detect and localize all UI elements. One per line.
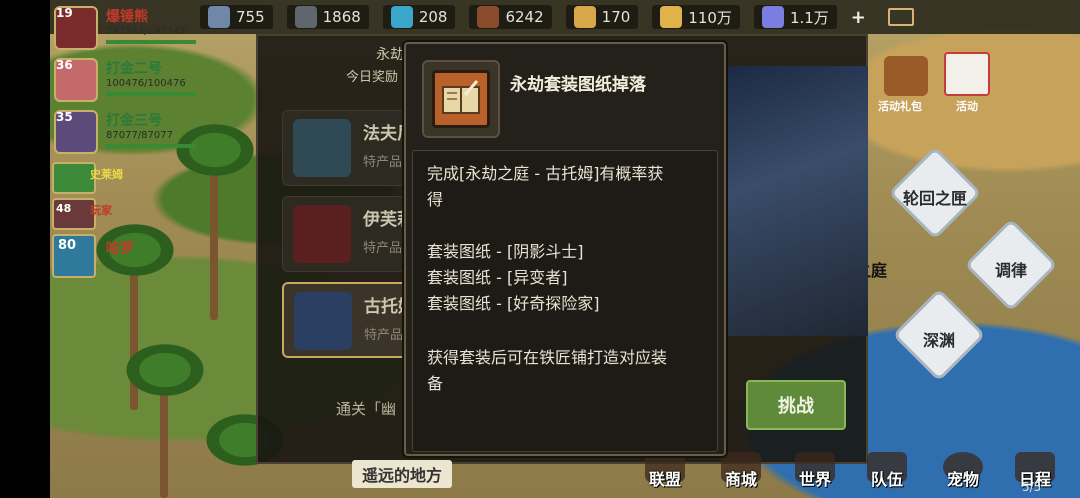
pet-level: 48: [56, 202, 72, 215]
calendar-icon[interactable]: [944, 52, 990, 96]
wheat-icon: [573, 6, 596, 28]
resource-crystal: 208: [382, 5, 456, 29]
nav-shop[interactable]: 商城: [708, 452, 774, 498]
member-hp-bar: [106, 40, 196, 44]
palm-tree: [90, 220, 180, 280]
nav-label: 宠物: [946, 470, 979, 489]
nav-pet[interactable]: 宠物: [930, 452, 996, 498]
member-name: 打金三号: [106, 113, 162, 129]
map-button-label: 调律: [994, 261, 1027, 280]
diamond-icon: [761, 6, 784, 28]
iron-ore-icon: [294, 6, 317, 28]
blueprint-book-icon: [432, 70, 490, 128]
member-hp-bar: [106, 144, 196, 148]
member-hp: 100476/100476: [106, 78, 186, 89]
stone-ore-icon: [208, 6, 230, 28]
boss-sub: 特产品: [363, 155, 403, 170]
resource-value: 755: [236, 8, 265, 26]
party-member[interactable]: 19 爆锤熊 297743/297743: [52, 4, 202, 50]
party-member[interactable]: 35 打金三号 87077/87077: [52, 108, 202, 154]
member-name: 打金二号: [106, 61, 162, 77]
crystal-icon: [390, 6, 413, 28]
tooltip-line: 获得套装后可在铁匠铺打造对应装: [427, 348, 668, 367]
pet-name: 史莱姆: [90, 168, 123, 181]
tooltip-title: 永劫套装图纸掉落: [510, 75, 646, 95]
member-name: 爆锤熊: [106, 9, 148, 25]
tooltip-line: 备: [427, 374, 444, 393]
member-hp-bar: [106, 92, 196, 96]
member-hp: 297743/297743: [106, 26, 186, 37]
resource-iron-ore: 1868: [286, 5, 369, 29]
boss-portrait: [294, 292, 352, 350]
palm-tree: [120, 340, 210, 400]
gold-coin-icon: [660, 6, 683, 28]
bottom-nav: 联盟 商城 世界 队伍 宠物 日程: [632, 452, 1080, 498]
nav-team[interactable]: 队伍: [854, 452, 920, 498]
schedule-count: 5/5: [1022, 480, 1042, 494]
gift-pack-icon[interactable]: [884, 56, 928, 96]
resource-value: 208: [418, 8, 448, 26]
resource-value: 110万: [688, 8, 732, 27]
tooltip-line: 套装图纸 - [异变者]: [427, 268, 568, 287]
item-tooltip: 永劫套装图纸掉落 完成[永劫之庭 - 古托姆]有概率获 得 套装图纸 - [阴影…: [404, 42, 726, 456]
tooltip-line: 完成[永劫之庭 - 古托姆]有概率获: [427, 164, 664, 183]
pet-name: 玩家: [90, 204, 112, 217]
activity-gift-label: 活动礼包: [878, 100, 922, 113]
map-button-label: 轮回之匣: [902, 189, 967, 208]
member-hp: 87077/87077: [106, 130, 173, 141]
location-label: 遥远的地方: [352, 460, 453, 488]
map-button-label: 深渊: [922, 331, 955, 350]
party-member[interactable]: 36 打金二号 100476/100476: [52, 56, 202, 102]
tooltip-line: 得: [427, 190, 444, 209]
resource-value: 1868: [322, 8, 361, 26]
boss-sub: 特产品: [363, 241, 403, 256]
boss-artwork: [728, 66, 868, 336]
resource-wheat: 170: [565, 5, 639, 29]
resource-value: 1.1万: [789, 8, 829, 27]
boss-portrait: [293, 205, 351, 263]
pet-level: 80: [58, 238, 77, 253]
tooltip-line: 套装图纸 - [阴影斗士]: [427, 242, 584, 261]
boss-sub: 特产品: [364, 328, 404, 343]
member-level: 19: [56, 6, 73, 20]
activity-label: 活动: [956, 100, 978, 113]
resource-stone-ore: 755: [200, 5, 273, 29]
nav-alliance[interactable]: 联盟: [632, 452, 698, 498]
member-level: 35: [56, 110, 73, 124]
resource-wood: 6242: [469, 5, 552, 29]
mail-icon[interactable]: [887, 8, 914, 26]
party-list: 19 爆锤熊 297743/297743 36 打金二号 100476/1004…: [52, 4, 202, 160]
wood-icon: [477, 6, 500, 28]
nav-label: 商城: [724, 470, 757, 489]
game-screen: 755 1868 208 6242 170 110万 1.1万 + 19 爆锤熊 297743…: [0, 0, 1080, 498]
nav-label: 联盟: [648, 470, 681, 489]
member-level: 36: [56, 58, 73, 72]
resource-value: 170: [601, 8, 631, 26]
clear-requirement-text: 通关「幽: [336, 400, 397, 418]
left-letterbox: [0, 0, 50, 498]
nav-world[interactable]: 世界: [782, 452, 848, 498]
item-icon-frame: [422, 60, 500, 138]
dungeon-title: 永劫: [376, 47, 404, 63]
pet-name: 哈罗: [106, 241, 134, 257]
dungeon-subtitle: 今日奖励: [346, 70, 399, 85]
tooltip-line: 套装图纸 - [好奇探险家]: [427, 294, 600, 313]
resource-diamond: 1.1万: [753, 5, 837, 29]
nav-label: 世界: [798, 470, 831, 489]
resource-bar: 755 1868 208 6242 170 110万 1.1万 +: [50, 0, 1080, 34]
nav-label: 队伍: [870, 470, 903, 489]
add-currency-icon[interactable]: +: [851, 7, 866, 28]
resource-value: 6242: [505, 8, 544, 26]
boss-portrait: [293, 119, 351, 177]
tooltip-body: 完成[永劫之庭 - 古托姆]有概率获 得 套装图纸 - [阴影斗士] 套装图纸 …: [412, 150, 718, 452]
challenge-button[interactable]: 挑战: [746, 380, 846, 430]
resource-gold-coin: 110万: [652, 5, 740, 29]
